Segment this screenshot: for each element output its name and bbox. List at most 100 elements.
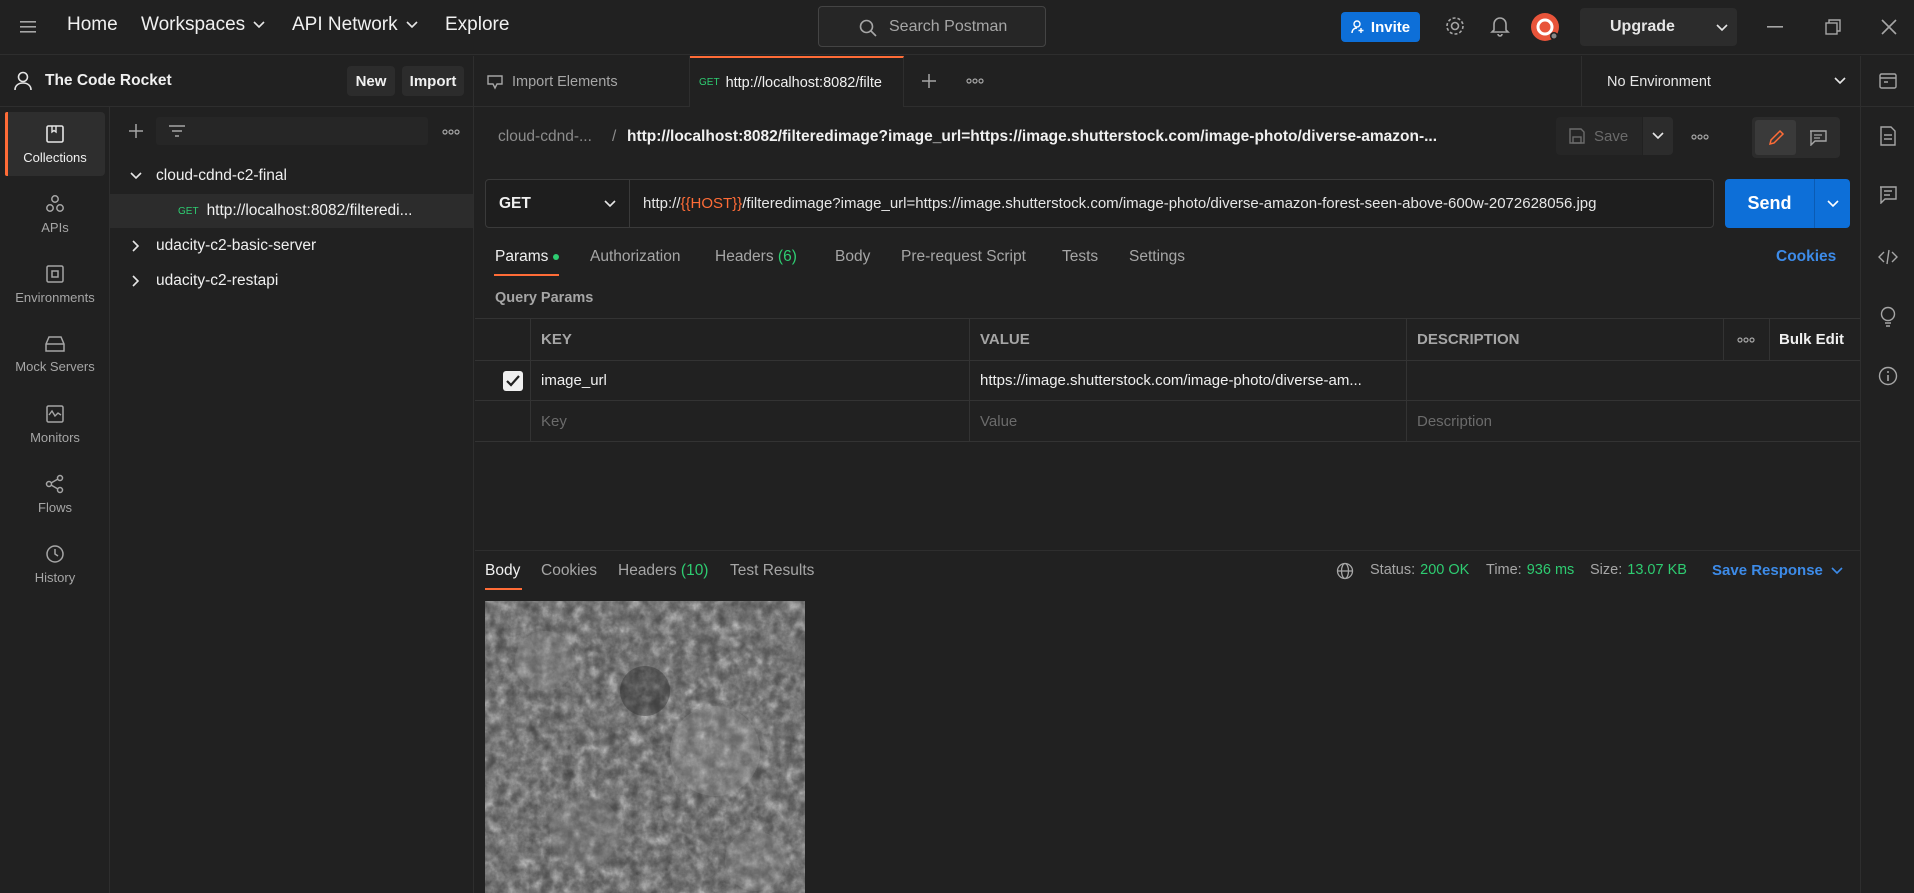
tab-params[interactable]: Params <box>495 248 560 266</box>
breadcrumb-collection[interactable]: cloud-cdnd-... <box>498 128 592 146</box>
code-icon[interactable] <box>1878 249 1898 265</box>
menu-icon[interactable] <box>20 19 38 35</box>
param-enabled-checkbox[interactable] <box>503 370 523 391</box>
method-badge: GET <box>178 205 199 217</box>
tab-pre-request-script[interactable]: Pre-request Script <box>901 248 1026 266</box>
param-value-input[interactable]: https://image.shutterstock.com/image-pho… <box>970 361 1407 401</box>
settings-icon[interactable] <box>1444 15 1466 37</box>
filter-input[interactable] <box>156 117 428 145</box>
time-value: 936 ms <box>1526 562 1575 578</box>
tab-tests[interactable]: Tests <box>1062 248 1098 266</box>
search-input[interactable]: Search Postman <box>818 6 1046 47</box>
documentation-icon[interactable] <box>1879 126 1897 146</box>
table-options-cell[interactable] <box>1724 319 1770 361</box>
sidebar-item-apis[interactable]: APIs <box>5 182 105 246</box>
chevron-down-icon[interactable] <box>1716 24 1728 32</box>
chevron-down-icon <box>1831 566 1843 574</box>
send-options-button[interactable] <box>1814 179 1850 228</box>
status-value: 200 OK <box>1420 562 1470 578</box>
method-select[interactable]: GET <box>486 180 630 227</box>
workspace-name[interactable]: The Code Rocket <box>45 72 172 90</box>
import-button[interactable]: Import <box>402 66 464 96</box>
bulk-edit-button[interactable]: Bulk Edit <box>1770 319 1860 361</box>
sidebar-item-monitors[interactable]: Monitors <box>5 392 105 456</box>
tab-authorization[interactable]: Authorization <box>590 248 680 266</box>
comment-mode-button[interactable] <box>1799 120 1837 155</box>
response-status[interactable]: Status: 200 OK <box>1370 562 1469 578</box>
tree-collection[interactable]: cloud-cdnd-c2-final <box>110 159 473 193</box>
more-tabs-icon[interactable] <box>966 78 984 84</box>
nav-explore[interactable]: Explore <box>445 14 509 36</box>
edit-mode-button[interactable] <box>1755 120 1796 155</box>
table-row-checkbox-cell <box>475 361 531 401</box>
tree-collection[interactable]: udacity-c2-basic-server <box>110 229 473 263</box>
new-param-key-input[interactable]: Key <box>531 401 970 442</box>
tab-body[interactable]: Body <box>835 248 870 266</box>
add-icon[interactable] <box>128 123 144 139</box>
response-size[interactable]: Size: 13.07 KB <box>1590 562 1687 578</box>
comments-icon[interactable] <box>1879 186 1897 204</box>
tree-collection[interactable]: udacity-c2-restapi <box>110 264 473 298</box>
chevron-right-icon <box>132 275 140 287</box>
response-image <box>485 601 805 893</box>
cookies-link[interactable]: Cookies <box>1776 248 1836 266</box>
request-title[interactable]: http://localhost:8082/filteredimage?imag… <box>627 128 1437 146</box>
response-tab-headers[interactable]: Headers (10) <box>618 562 708 580</box>
tabs-row: Import Elements GET http://localhost:808… <box>474 56 1914 107</box>
response-time[interactable]: Time: 936 ms <box>1486 562 1574 578</box>
tab-headers[interactable]: Headers (6) <box>715 248 797 266</box>
nav-workspaces[interactable]: Workspaces <box>141 14 265 36</box>
more-options-icon[interactable] <box>1691 134 1709 140</box>
sidebar-item-history[interactable]: History <box>5 532 105 596</box>
environment-quick-look-icon[interactable] <box>1878 71 1898 91</box>
environment-selector[interactable]: No Environment <box>1581 56 1860 107</box>
sidebar-item-mock-servers[interactable]: Mock Servers <box>5 322 105 386</box>
chevron-down-icon <box>1652 132 1664 140</box>
tab-active-request[interactable]: GET http://localhost:8082/filte <box>690 56 904 107</box>
send-button[interactable]: Send <box>1725 179 1814 228</box>
add-tab-icon[interactable] <box>921 73 937 89</box>
tab-label: Headers <box>715 248 774 265</box>
url-bar: GET http://{{HOST}}/filteredimage?image_… <box>485 179 1714 228</box>
new-param-value-input[interactable]: Value <box>970 401 1407 442</box>
restore-icon[interactable] <box>1825 19 1841 35</box>
tree-item-label: http://localhost:8082/filteredi... <box>206 202 413 219</box>
info-icon[interactable] <box>1878 366 1898 386</box>
save-response-button[interactable]: Save Response <box>1712 562 1843 579</box>
tree-request[interactable]: GET http://localhost:8082/filteredi... <box>110 194 473 228</box>
sidebar-item-environments[interactable]: Environments <box>5 252 105 316</box>
save-button[interactable]: Save <box>1556 117 1642 155</box>
apis-icon <box>46 194 64 212</box>
search-placeholder: Search Postman <box>889 17 1008 35</box>
tab-import-elements[interactable]: Import Elements <box>474 56 690 107</box>
close-icon[interactable] <box>1881 19 1897 35</box>
response-tab-cookies[interactable]: Cookies <box>541 562 597 580</box>
upgrade-button[interactable]: Upgrade <box>1580 8 1737 46</box>
chevron-down-icon <box>130 172 142 180</box>
globe-icon[interactable] <box>1336 562 1354 580</box>
more-options-icon <box>1737 336 1755 343</box>
avatar[interactable] <box>1530 12 1560 42</box>
notifications-icon[interactable] <box>1490 15 1510 37</box>
invite-button[interactable]: Invite <box>1341 12 1420 42</box>
response-tab-test-results[interactable]: Test Results <box>730 562 814 580</box>
nav-home[interactable]: Home <box>67 14 118 36</box>
nav-api-network[interactable]: API Network <box>292 14 418 36</box>
more-options-icon[interactable] <box>442 129 460 135</box>
sidebar-item-collections[interactable]: Collections <box>5 112 105 176</box>
minimize-icon[interactable] <box>1767 26 1783 28</box>
chevron-down-icon <box>406 21 418 29</box>
method-label: GET <box>499 194 531 212</box>
new-button[interactable]: New <box>347 66 395 96</box>
query-params-title: Query Params <box>495 290 594 306</box>
param-key-input[interactable]: image_url <box>531 361 970 401</box>
param-description-input[interactable] <box>1407 361 1860 401</box>
url-input[interactable]: http://{{HOST}}/filteredimage?image_url=… <box>643 180 1596 227</box>
tree-item-label: udacity-c2-restapi <box>156 272 279 289</box>
sidebar-item-flows[interactable]: Flows <box>5 462 105 526</box>
save-options-button[interactable] <box>1643 117 1673 155</box>
lightbulb-icon[interactable] <box>1879 306 1897 328</box>
new-param-description-input[interactable]: Description <box>1407 401 1860 442</box>
response-tab-body[interactable]: Body <box>485 562 520 580</box>
tab-settings[interactable]: Settings <box>1129 248 1185 266</box>
